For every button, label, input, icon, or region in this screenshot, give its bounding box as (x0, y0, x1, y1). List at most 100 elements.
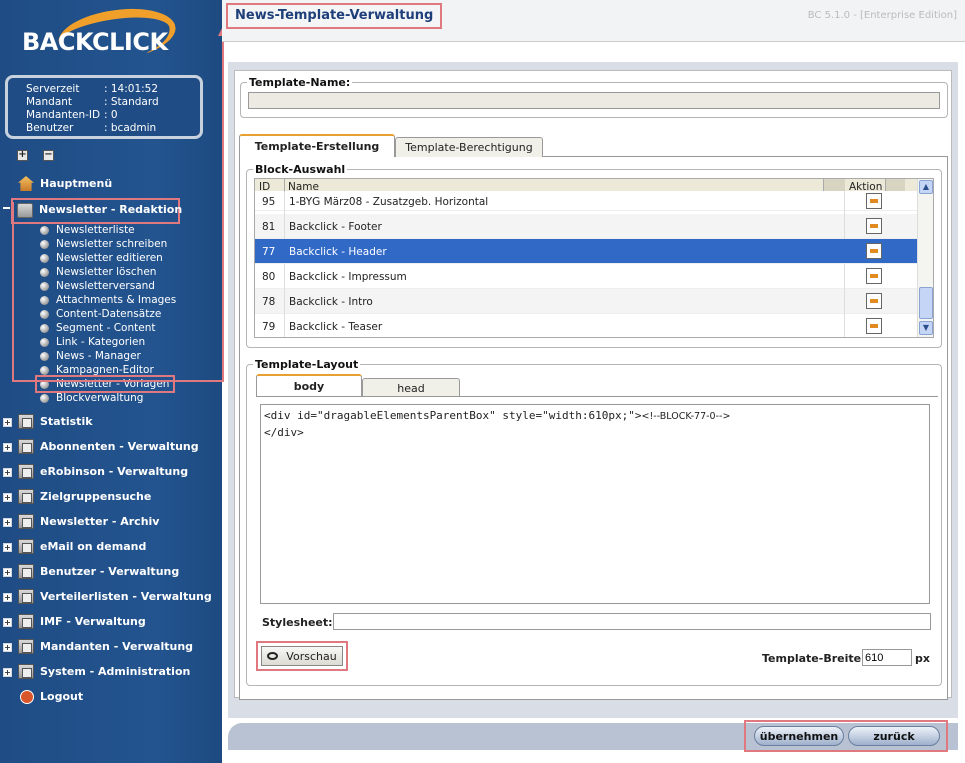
sub-news-manager[interactable]: News - Manager (40, 349, 141, 363)
expand-icon: + (3, 668, 12, 677)
power-icon (20, 690, 34, 704)
collapse-icon (3, 207, 10, 209)
edit-icon[interactable] (866, 243, 882, 259)
scroll-down-icon[interactable]: ▼ (919, 321, 933, 335)
folder-icon (18, 464, 34, 479)
nav-erobinson[interactable]: + eRobinson - Verwaltung (0, 462, 215, 482)
collapse-all-button[interactable]: − (43, 150, 54, 161)
preview-button[interactable]: Vorschau (261, 646, 343, 666)
annotation-line (12, 380, 222, 382)
edit-icon[interactable] (866, 193, 882, 209)
nav-zielgruppensuche[interactable]: + Zielgruppensuche (0, 487, 215, 507)
expand-icon: + (3, 568, 12, 577)
bullet-icon (40, 295, 49, 305)
bullet-icon (40, 351, 49, 361)
template-name-input[interactable] (248, 92, 940, 109)
sub-content-datensaetze[interactable]: Content-Datensätze (40, 307, 161, 321)
folder-icon (18, 639, 34, 654)
sub-segment-content[interactable]: Segment - Content (40, 321, 155, 335)
tab-template-erstellung[interactable]: Template-Erstellung (239, 134, 395, 157)
nav-abonnenten[interactable]: + Abonnenten - Verwaltung (0, 437, 215, 457)
back-button[interactable]: zurück (848, 726, 940, 746)
folder-icon (18, 489, 34, 504)
stylesheet-input[interactable] (333, 613, 931, 630)
template-code-editor[interactable]: <div id="dragableElementsParentBox" styl… (260, 404, 930, 604)
tab-template-berechtigung[interactable]: Template-Berechtigung (395, 137, 543, 157)
expand-icon: + (3, 593, 12, 602)
bullet-icon (40, 309, 49, 319)
folder-icon (18, 539, 34, 554)
nav-logout[interactable]: Logout (0, 687, 120, 707)
table-row[interactable]: 95 1-BYG März08 - Zusatzgeb. Horizontal (255, 191, 919, 216)
nav-email-on-demand[interactable]: + eMail on demand (0, 537, 215, 557)
table-row[interactable]: 79 Backclick - Teaser (255, 314, 919, 337)
bullet-icon (40, 365, 49, 375)
scroll-up-icon[interactable]: ▲ (919, 180, 933, 194)
expand-icon: + (3, 543, 12, 552)
table-row[interactable]: 78 Backclick - Intro (255, 289, 919, 314)
expand-icon: + (3, 468, 12, 477)
footer-buttons-highlight: übernehmen zurück (744, 720, 948, 752)
bullet-icon (40, 239, 49, 249)
tab-body[interactable]: body (256, 374, 362, 397)
bullet-icon (40, 393, 49, 403)
info-row: Mandant: Standard (26, 96, 159, 108)
edit-icon[interactable] (866, 318, 882, 334)
expand-icon: + (3, 418, 12, 427)
grid-scrollbar[interactable]: ▲ ▼ (917, 179, 933, 337)
sub-newsletter-editieren[interactable]: Newsletter editieren (40, 251, 163, 265)
sub-newsletterversand[interactable]: Newsletterversand (40, 279, 155, 293)
folder-icon (18, 439, 34, 454)
template-width-input[interactable] (862, 649, 912, 666)
template-layout-legend: Template-Layout (255, 358, 359, 371)
nav-newsletter-redaktion[interactable]: Newsletter - Redaktion (3, 198, 182, 224)
scroll-thumb[interactable] (919, 287, 933, 319)
edit-icon[interactable] (866, 268, 882, 284)
nav-statistik[interactable]: + Statistik (0, 412, 215, 432)
version-label: BC 5.1.0 - [Enterprise Edition] (807, 10, 957, 21)
nav-hauptmenu[interactable]: Hauptmenü (0, 174, 200, 194)
sub-newsletter-schreiben[interactable]: Newsletter schreiben (40, 237, 167, 251)
annotation-line (222, 36, 224, 382)
nav-newsletter-archiv[interactable]: + Newsletter - Archiv (0, 512, 215, 532)
nav-system[interactable]: + System - Administration (0, 662, 215, 682)
table-row-selected[interactable]: 77 Backclick - Header (255, 239, 919, 264)
eye-icon (267, 652, 279, 660)
nav-benutzer[interactable]: + Benutzer - Verwaltung (0, 562, 215, 582)
server-info-box: Serverzeit: 14:01:52 Mandant: Standard M… (5, 75, 203, 139)
nav-imf[interactable]: + IMF - Verwaltung (0, 612, 215, 632)
stylesheet-label: Stylesheet: (262, 616, 333, 629)
bullet-icon (40, 225, 49, 235)
expand-all-button[interactable]: + (17, 150, 28, 161)
expand-icon: + (3, 518, 12, 527)
table-row[interactable]: 80 Backclick - Impressum (255, 264, 919, 289)
page-title: News-Template-Verwaltung (226, 3, 443, 29)
sub-kampagnen-editor[interactable]: Kampagnen-Editor (40, 363, 154, 377)
expand-icon: + (3, 618, 12, 627)
folder-icon (18, 664, 34, 679)
sub-attachments-images[interactable]: Attachments & Images (40, 293, 176, 307)
sub-newsletter-loeschen[interactable]: Newsletter löschen (40, 265, 156, 279)
edit-icon[interactable] (866, 293, 882, 309)
info-row: Benutzer: bcadmin (26, 122, 157, 134)
nav-verteilerlisten[interactable]: + Verteilerlisten - Verwaltung (0, 587, 215, 607)
annotation-line (12, 202, 14, 382)
tab-head[interactable]: head (362, 378, 460, 397)
expand-icon: + (3, 643, 12, 652)
folder-icon (18, 614, 34, 629)
bullet-icon (40, 267, 49, 277)
table-row[interactable]: 81 Backclick - Footer (255, 214, 919, 239)
template-name-label: Template-Name: (249, 76, 351, 89)
sub-link-kategorien[interactable]: Link - Kategorien (40, 335, 145, 349)
block-grid: ID Name Aktion 95 1-BYG März08 - Zusatzge… (254, 178, 934, 338)
home-icon (18, 176, 34, 191)
sub-blockverwaltung[interactable]: Blockverwaltung (40, 391, 143, 405)
folder-icon (18, 514, 34, 529)
edit-icon[interactable] (866, 218, 882, 234)
apply-button[interactable]: übernehmen (754, 726, 844, 746)
sub-newsletterliste[interactable]: Newsletterliste (40, 223, 135, 237)
nav-mandanten[interactable]: + Mandanten - Verwaltung (0, 637, 215, 657)
expand-icon: + (3, 443, 12, 452)
newsletter-folder-icon (17, 203, 33, 218)
backclick-logo: BACKCLICK (20, 2, 180, 68)
